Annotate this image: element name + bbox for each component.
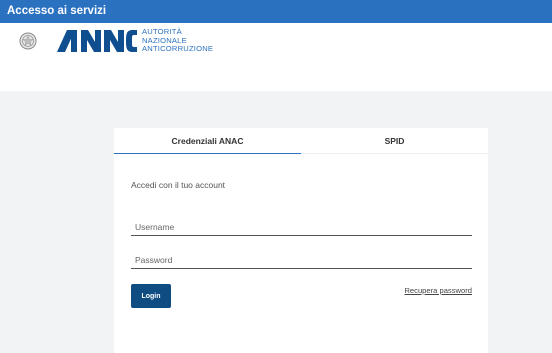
top-bar: Accesso ai servizi: [0, 0, 552, 23]
anac-logo-icon: [57, 30, 137, 52]
republic-emblem-icon: [19, 32, 37, 50]
password-input[interactable]: [131, 251, 472, 269]
tab-credenziali-anac[interactable]: Credenziali ANAC: [114, 128, 301, 154]
login-intro: Accedi con il tuo account: [131, 180, 226, 190]
username-input[interactable]: [131, 218, 472, 236]
login-card: Credenziali ANAC SPID Accedi con il tuo …: [114, 128, 488, 353]
login-button[interactable]: Login: [131, 284, 171, 308]
recover-password-link[interactable]: Recupera password: [404, 286, 472, 295]
page-title: Accesso ai servizi: [7, 5, 107, 17]
logo-tagline: AUTORITÀ NAZIONALE ANTICORRUZIONE: [142, 27, 214, 54]
tab-spid[interactable]: SPID: [301, 128, 488, 154]
